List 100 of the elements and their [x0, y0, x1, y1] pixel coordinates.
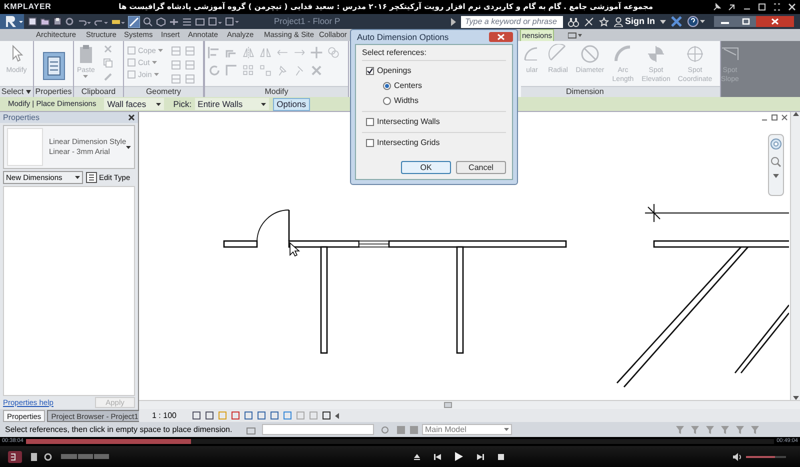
- play-icon[interactable]: [455, 452, 463, 461]
- exchange-icon[interactable]: [671, 16, 682, 27]
- sign-in-button[interactable]: Sign In: [614, 14, 655, 28]
- app-logo-icon[interactable]: [0, 14, 24, 29]
- checkbox[interactable]: [366, 118, 374, 126]
- compact-icon[interactable]: [728, 3, 736, 11]
- star-icon[interactable]: [599, 16, 609, 26]
- pin-icon[interactable]: [713, 3, 721, 11]
- binoculars-icon[interactable]: [568, 16, 579, 26]
- restore-icon[interactable]: [771, 114, 778, 121]
- dropdown-caret-icon: [260, 102, 266, 106]
- status-message: Select references, then click in empty space to place dimension.: [4, 424, 234, 436]
- dropdown[interactable]: Entire Walls: [194, 98, 269, 110]
- document-title: Project1 - Floor P: [274, 15, 340, 28]
- player-logo: KMPLAYER: [4, 1, 52, 13]
- type-preview: [7, 128, 44, 166]
- dialog-button[interactable]: OK: [401, 161, 451, 174]
- close-icon[interactable]: [781, 114, 788, 121]
- dropdown-caret-icon[interactable]: [773, 174, 779, 178]
- expand-search-icon[interactable]: [451, 18, 456, 26]
- subscription-icon[interactable]: [584, 16, 594, 26]
- radio-button[interactable]: [383, 97, 391, 105]
- zoom-icon[interactable]: [770, 156, 782, 168]
- pick-label: Pick:: [173, 98, 192, 110]
- circle-crosshair-icon: [685, 44, 705, 64]
- switch-windows-icon[interactable]: [208, 16, 222, 26]
- vertical-scrollbar[interactable]: [790, 112, 800, 400]
- panel-label: Geometry: [146, 86, 182, 98]
- 3d-badge-icon[interactable]: [8, 450, 22, 462]
- open-folder-icon[interactable]: [40, 17, 50, 26]
- dropdown-caret-icon: [154, 73, 159, 76]
- checkbox[interactable]: [366, 139, 374, 147]
- scroll-left-icon[interactable]: [335, 412, 340, 418]
- eject-icon[interactable]: [414, 454, 420, 460]
- panel-label: Select: [1, 86, 24, 98]
- fullscreen-icon[interactable]: [773, 3, 781, 11]
- properties-button[interactable]: [42, 52, 64, 80]
- view-scale[interactable]: 1 : 100: [152, 410, 176, 422]
- dropdown-caret-icon: [152, 61, 157, 64]
- checkmark-icon: [367, 68, 373, 74]
- settings-icon[interactable]: [44, 452, 52, 460]
- dropdown-caret-icon[interactable]: [24, 90, 32, 94]
- group-label: Select references:: [362, 48, 428, 58]
- measure-icon[interactable]: [111, 17, 125, 26]
- dropdown-caret-icon: [158, 49, 163, 52]
- checkbox[interactable]: [366, 67, 374, 75]
- radio-button[interactable]: [383, 82, 391, 90]
- radio-option[interactable]: Widths: [383, 96, 506, 106]
- dialog-button[interactable]: Cancel: [456, 161, 506, 174]
- dialog-title: Auto Dimension Options: [357, 30, 449, 44]
- panel-label: Dimension: [566, 86, 604, 98]
- diameter-icon: [580, 44, 600, 64]
- properties-icon: [46, 56, 60, 76]
- model-dropdown[interactable]: Main Model: [422, 424, 512, 435]
- dropdown-caret-icon: [504, 428, 509, 431]
- close-icon[interactable]: [756, 16, 794, 27]
- crosshair-marker-icon: [646, 44, 666, 64]
- search-field[interactable]: Type a keyword or phrase: [461, 16, 563, 28]
- dropdown-caret-icon: [75, 176, 80, 179]
- 3d-view-icon[interactable]: [156, 16, 166, 26]
- dropdown[interactable]: Wall faces: [104, 98, 164, 110]
- new-file-icon[interactable]: [28, 17, 37, 26]
- horizontal-scrollbar[interactable]: [139, 400, 800, 409]
- panel-label: Modify: [264, 86, 288, 98]
- save-icon[interactable]: [53, 17, 62, 26]
- edit-type-icon: [86, 172, 97, 183]
- clipboard-icon: [78, 44, 94, 64]
- seek-bar[interactable]: [26, 439, 774, 444]
- checkbox-option[interactable]: Intersecting Walls: [366, 117, 506, 127]
- radio-option[interactable]: Centers: [383, 81, 506, 91]
- maximize-icon[interactable]: [758, 3, 766, 11]
- options-button[interactable]: Options: [272, 98, 310, 110]
- restore-icon[interactable]: [736, 16, 756, 27]
- minimize-ribbon-icon[interactable]: [568, 32, 582, 39]
- panel-label: Clipboard: [81, 86, 116, 98]
- aligned-dimension-icon[interactable]: [128, 16, 140, 28]
- checkbox-option[interactable]: Intersecting Grids: [366, 138, 506, 148]
- thin-lines-icon[interactable]: [182, 16, 192, 26]
- mouse-cursor-icon: [290, 242, 300, 257]
- format-badges-icon: [61, 454, 109, 459]
- help-icon[interactable]: [687, 16, 705, 27]
- speaker-icon[interactable]: [733, 452, 742, 460]
- dropdown-caret-icon: [156, 102, 162, 106]
- panel-title: Properties: [3, 112, 40, 124]
- dropdown-caret-icon[interactable]: [660, 20, 666, 24]
- workset-field[interactable]: [262, 424, 374, 435]
- user-icon: [614, 16, 623, 26]
- navigation-bar[interactable]: [768, 134, 784, 196]
- close-icon[interactable]: [128, 114, 135, 121]
- crosshair-icon: [644, 204, 789, 222]
- stop-icon[interactable]: [498, 454, 504, 460]
- panel-label: Properties: [35, 86, 72, 98]
- dropdown-caret-icon: [126, 146, 131, 148]
- minimize-icon[interactable]: [714, 16, 736, 27]
- checkbox-option[interactable]: Openings: [366, 66, 506, 76]
- steering-wheel-icon[interactable]: [770, 138, 782, 150]
- customize-icon[interactable]: [225, 16, 239, 26]
- previous-icon[interactable]: [434, 454, 441, 460]
- next-icon[interactable]: [477, 454, 484, 460]
- arc-icon: [613, 44, 633, 64]
